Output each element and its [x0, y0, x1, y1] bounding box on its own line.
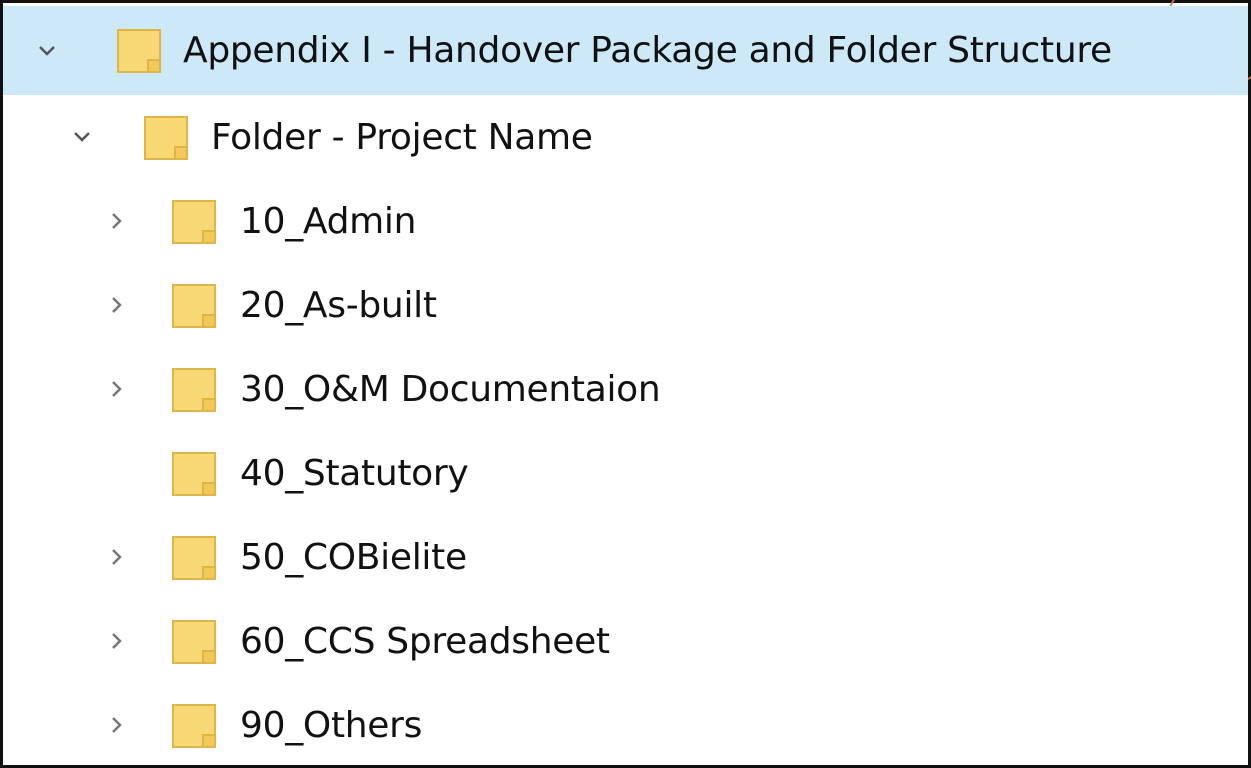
tree-item-label: 30_O&M Documentaion	[240, 368, 661, 410]
tree-item-label: Folder - Project Name	[211, 116, 593, 158]
folder-icon	[171, 367, 217, 413]
tree-item-60-ccs-spreadsheet[interactable]: 60_CCS Spreadsheet	[3, 599, 1248, 683]
tree-item-label: 20_As-built	[240, 284, 437, 326]
tree-item-appendix[interactable]: Appendix I - Handover Package and Folder…	[3, 6, 1248, 95]
tree-item-20-as-built[interactable]: 20_As-built	[3, 263, 1248, 347]
tree-item-label: 60_CCS Spreadsheet	[240, 620, 610, 662]
tree-item-label: 50_COBielite	[240, 536, 467, 578]
tree-item-90-others[interactable]: 90_Others	[3, 683, 1248, 767]
folder-icon	[143, 115, 189, 161]
tree-item-40-statutory[interactable]: 40_Statutory	[3, 431, 1248, 515]
tree-item-10-admin[interactable]: 10_Admin	[3, 179, 1248, 263]
tree-item-project-name[interactable]: Folder - Project Name	[3, 95, 1248, 179]
folder-icon	[171, 703, 217, 749]
chevron-down-icon[interactable]	[33, 6, 61, 95]
folder-tree: Appendix I - Handover Package and Folder…	[0, 0, 1251, 768]
chevron-right-icon[interactable]	[103, 599, 131, 683]
tree-item-label: 40_Statutory	[240, 452, 469, 494]
chevron-right-icon[interactable]	[103, 683, 131, 767]
chevron-right-icon[interactable]	[103, 347, 131, 431]
chevron-down-icon[interactable]	[68, 95, 96, 179]
chevron-right-icon[interactable]	[103, 179, 131, 263]
tree-item-label: 10_Admin	[240, 200, 417, 242]
tree-item-label: Appendix I - Handover Package and Folder…	[183, 30, 1112, 71]
chevron-right-icon[interactable]	[103, 263, 131, 347]
folder-icon	[171, 619, 217, 665]
folder-icon	[171, 199, 217, 245]
chevron-right-icon[interactable]	[103, 515, 131, 599]
folder-icon	[171, 451, 217, 497]
folder-icon	[171, 535, 217, 581]
tree-item-50-cobielite[interactable]: 50_COBielite	[3, 515, 1248, 599]
folder-icon	[116, 28, 162, 74]
tree-item-label: 90_Others	[240, 704, 423, 746]
tree-item-30-om-documentation[interactable]: 30_O&M Documentaion	[3, 347, 1248, 431]
folder-icon	[171, 283, 217, 329]
